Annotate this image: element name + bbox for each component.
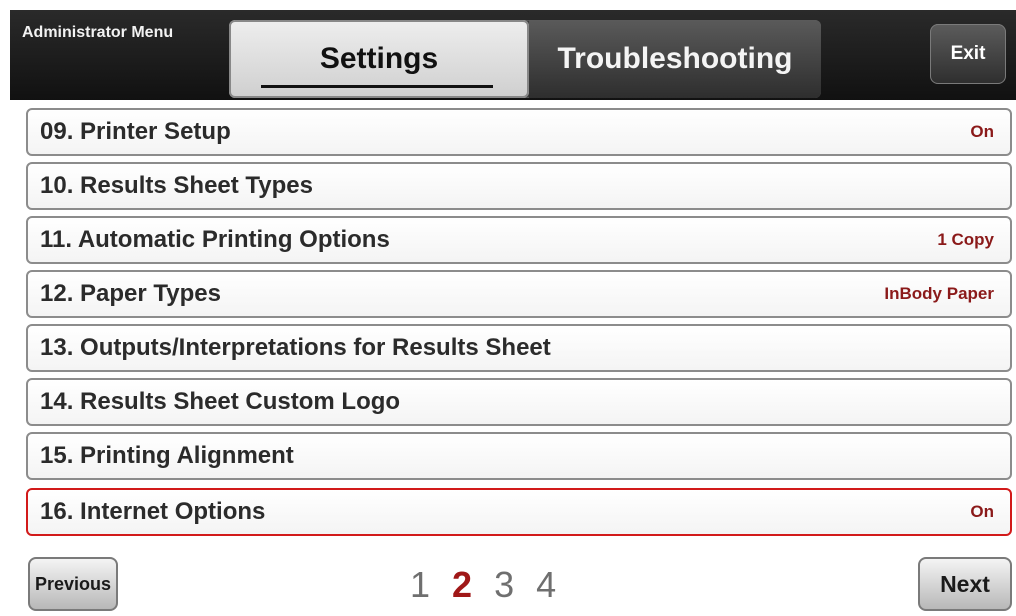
menu-item-results-sheet-types[interactable]: 10. Results Sheet Types [26,162,1012,210]
previous-button[interactable]: Previous [28,557,118,611]
tab-troubleshooting-label: Troubleshooting [557,42,793,75]
tab-settings-label: Settings [319,42,439,75]
page-2-current[interactable]: 2 [452,564,472,606]
page-3[interactable]: 3 [494,564,514,606]
menu-item-value: InBody Paper [884,284,994,303]
menu-item-label: 12. Paper Types [40,280,221,307]
menu-item-label: 09. Printer Setup [40,118,231,145]
menu-item-automatic-printing-options[interactable]: 11. Automatic Printing Options 1 Copy [26,216,1012,264]
tab-settings[interactable]: Settings [229,20,529,98]
menu-item-label: 15. Printing Alignment [40,442,294,469]
next-button[interactable]: Next [918,557,1012,611]
page-4[interactable]: 4 [536,564,556,606]
menu-item-paper-types[interactable]: 12. Paper Types InBody Paper [26,270,1012,318]
menu-item-outputs-interpretations[interactable]: 13. Outputs/Interpretations for Results … [26,324,1012,372]
menu-item-printer-setup[interactable]: 09. Printer Setup On [26,108,1012,156]
menu-item-value: On [970,122,994,141]
tab-group: Settings Troubleshooting [229,20,821,98]
page-1[interactable]: 1 [410,564,430,606]
admin-menu-title: Administrator Menu [22,24,174,41]
menu-item-label: 11. Automatic Printing Options [40,226,390,253]
active-tab-underline [261,85,493,88]
menu-item-results-sheet-custom-logo[interactable]: 14. Results Sheet Custom Logo [26,378,1012,426]
page-indicator: 1 2 3 4 [410,560,556,610]
tab-troubleshooting[interactable]: Troubleshooting [529,20,821,98]
menu-item-label: 13. Outputs/Interpretations for Results … [40,334,551,361]
menu-item-label: 10. Results Sheet Types [40,172,313,199]
menu-item-printing-alignment[interactable]: 15. Printing Alignment [26,432,1012,480]
menu-item-internet-options[interactable]: 16. Internet Options On [26,488,1012,536]
header-bar: Administrator Menu Settings Troubleshoot… [10,10,1016,100]
menu-item-label: 14. Results Sheet Custom Logo [40,388,401,415]
menu-item-value: 1 Copy [937,230,994,249]
menu-item-value: On [970,502,994,521]
exit-button[interactable]: Exit [930,24,1006,84]
menu-item-label: 16. Internet Options [40,498,266,525]
